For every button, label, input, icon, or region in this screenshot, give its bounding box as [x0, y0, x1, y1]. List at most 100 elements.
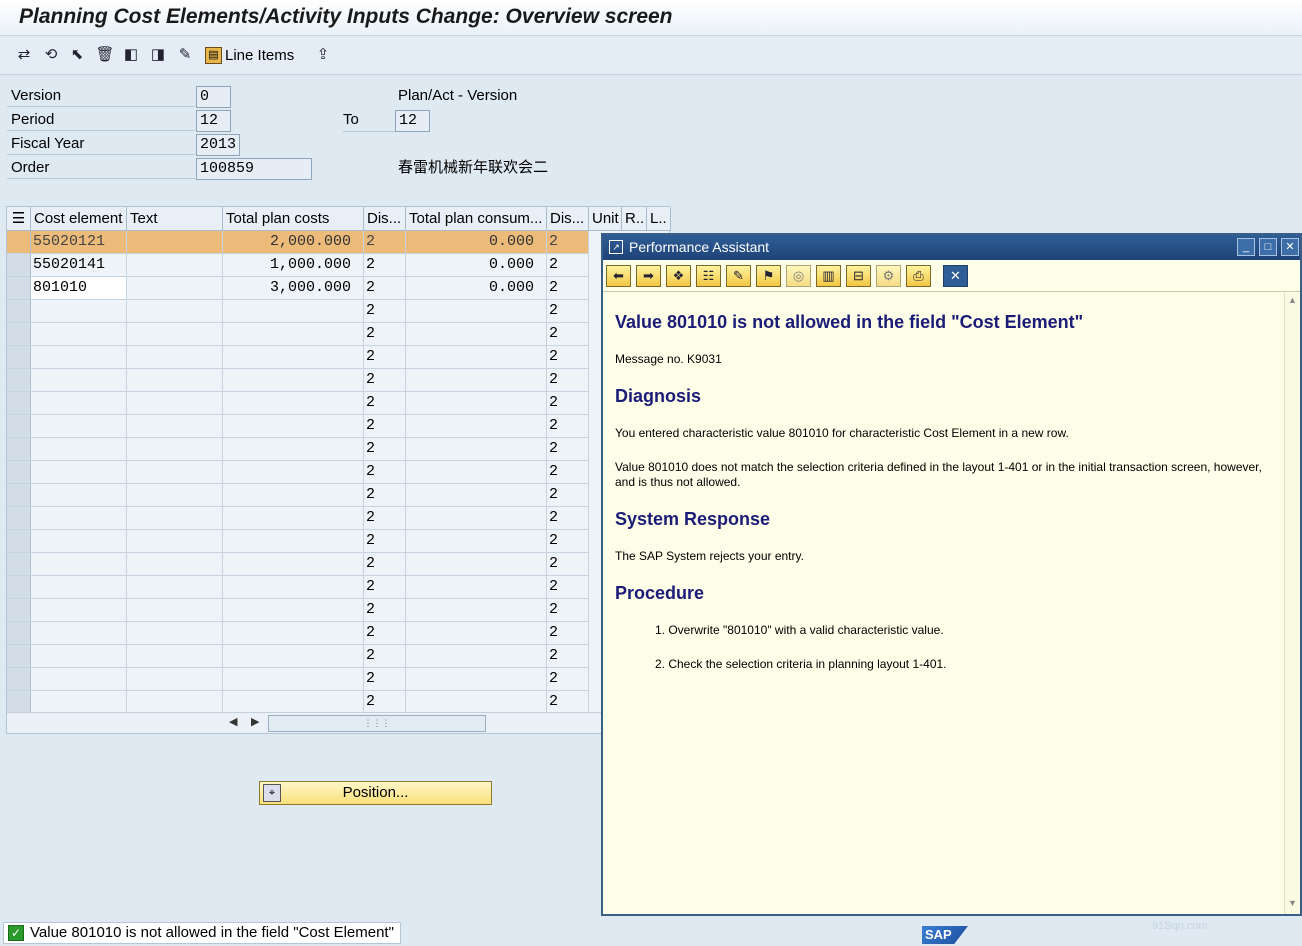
text-cell[interactable]	[127, 392, 223, 415]
col-l[interactable]: L..	[647, 207, 671, 231]
dis-cell[interactable]: 2	[364, 484, 406, 507]
total-plan-costs-cell[interactable]	[223, 622, 364, 645]
row-selector[interactable]	[7, 369, 31, 392]
text-cell[interactable]	[127, 484, 223, 507]
cost-element-cell[interactable]: 801010	[31, 277, 127, 300]
dis-cell[interactable]: 2	[364, 553, 406, 576]
total-plan-costs-cell[interactable]	[223, 691, 364, 714]
total-plan-costs-cell[interactable]	[223, 576, 364, 599]
dis-cell[interactable]: 2	[364, 645, 406, 668]
scroll-left-icon[interactable]: ◀	[229, 715, 237, 728]
dis-cell[interactable]: 2	[547, 622, 589, 645]
grid-settings-icon[interactable]: ☰	[7, 207, 31, 231]
dis-cell[interactable]: 2	[364, 530, 406, 553]
text-cell[interactable]	[127, 369, 223, 392]
table-row[interactable]: 22	[7, 484, 671, 507]
col-dis-1[interactable]: Dis...	[364, 207, 406, 231]
text-cell[interactable]	[127, 622, 223, 645]
dis-cell[interactable]: 2	[547, 415, 589, 438]
total-plan-consum-cell[interactable]	[406, 507, 547, 530]
row-selector[interactable]	[7, 484, 31, 507]
table-row[interactable]: 22	[7, 691, 671, 714]
export-icon[interactable]: ⇪	[313, 45, 333, 65]
dis-cell[interactable]: 2	[364, 622, 406, 645]
cost-element-cell[interactable]	[31, 530, 127, 553]
row-selector[interactable]	[7, 576, 31, 599]
dis-cell[interactable]: 2	[364, 277, 406, 300]
pa-vertical-scrollbar[interactable]: ▲ ▼	[1284, 293, 1300, 914]
dis-cell[interactable]: 2	[364, 369, 406, 392]
total-plan-consum-cell[interactable]	[406, 323, 547, 346]
table-row[interactable]: 22	[7, 323, 671, 346]
total-plan-consum-cell[interactable]: 0.000	[406, 231, 547, 254]
print-icon[interactable]: ⎙	[906, 265, 931, 287]
back-icon[interactable]: ⬅	[606, 265, 631, 287]
cost-element-cell[interactable]	[31, 300, 127, 323]
text-cell[interactable]	[127, 346, 223, 369]
text-cell[interactable]	[127, 438, 223, 461]
total-plan-costs-cell[interactable]	[223, 668, 364, 691]
pa-title-bar[interactable]: ↗ Performance Assistant _ □ ✕	[603, 235, 1300, 260]
cost-element-cell[interactable]	[31, 599, 127, 622]
table-row[interactable]: 22	[7, 300, 671, 323]
table-row[interactable]: 22	[7, 576, 671, 599]
cost-element-cell[interactable]	[31, 346, 127, 369]
text-cell[interactable]	[127, 415, 223, 438]
text-cell[interactable]	[127, 254, 223, 277]
text-cell[interactable]	[127, 461, 223, 484]
table-row[interactable]: 22	[7, 622, 671, 645]
previous-icon[interactable]: ◧	[121, 45, 141, 65]
row-selector[interactable]	[7, 553, 31, 576]
total-plan-consum-cell[interactable]: 0.000	[406, 277, 547, 300]
cost-element-cell[interactable]: 55020141	[31, 254, 127, 277]
table-row[interactable]: 22	[7, 507, 671, 530]
cost-element-cell[interactable]	[31, 507, 127, 530]
total-plan-costs-cell[interactable]: 3,000.000	[223, 277, 364, 300]
dis-cell[interactable]: 2	[547, 323, 589, 346]
col-r[interactable]: R..	[622, 207, 647, 231]
settings-icon[interactable]: ⚙	[876, 265, 901, 287]
row-selector[interactable]	[7, 461, 31, 484]
edit-icon[interactable]: ✎	[175, 45, 195, 65]
text-cell[interactable]	[127, 231, 223, 254]
text-cell[interactable]	[127, 691, 223, 714]
total-plan-costs-cell[interactable]	[223, 323, 364, 346]
book-icon[interactable]: ❖	[666, 265, 691, 287]
order-field[interactable]: 100859	[196, 158, 312, 180]
total-plan-consum-cell[interactable]	[406, 576, 547, 599]
cost-element-cell[interactable]	[31, 438, 127, 461]
row-selector[interactable]	[7, 392, 31, 415]
total-plan-consum-cell[interactable]	[406, 530, 547, 553]
total-plan-costs-cell[interactable]	[223, 553, 364, 576]
total-plan-consum-cell[interactable]	[406, 645, 547, 668]
link-icon[interactable]: ⊟	[846, 265, 871, 287]
col-cost-element[interactable]: Cost element	[31, 207, 127, 231]
table-row[interactable]: 22	[7, 346, 671, 369]
change-layout-icon[interactable]: ⇄	[14, 45, 34, 65]
total-plan-consum-cell[interactable]	[406, 461, 547, 484]
row-selector[interactable]	[7, 438, 31, 461]
total-plan-costs-cell[interactable]	[223, 599, 364, 622]
total-plan-consum-cell[interactable]	[406, 668, 547, 691]
row-selector[interactable]	[7, 668, 31, 691]
dis-cell[interactable]: 2	[547, 346, 589, 369]
dis-cell[interactable]: 2	[364, 507, 406, 530]
dis-cell[interactable]: 2	[547, 645, 589, 668]
row-selector[interactable]	[7, 277, 31, 300]
cost-element-cell[interactable]	[31, 484, 127, 507]
dis-cell[interactable]: 2	[547, 576, 589, 599]
dis-cell[interactable]: 2	[547, 254, 589, 277]
document-icon[interactable]: ▥	[816, 265, 841, 287]
dis-cell[interactable]: 2	[547, 691, 589, 714]
fiscal-year-field[interactable]: 2013	[196, 134, 240, 156]
total-plan-costs-cell[interactable]	[223, 530, 364, 553]
col-text[interactable]: Text	[127, 207, 223, 231]
total-plan-costs-cell[interactable]	[223, 438, 364, 461]
scroll-up-icon[interactable]: ▲	[1288, 295, 1297, 305]
position-button[interactable]: ⌖ Position...	[259, 781, 492, 805]
next-icon[interactable]: ◨	[148, 45, 168, 65]
row-selector[interactable]	[7, 231, 31, 254]
period-to-field[interactable]: 12	[395, 110, 430, 132]
total-plan-costs-cell[interactable]	[223, 645, 364, 668]
table-row[interactable]: 22	[7, 530, 671, 553]
